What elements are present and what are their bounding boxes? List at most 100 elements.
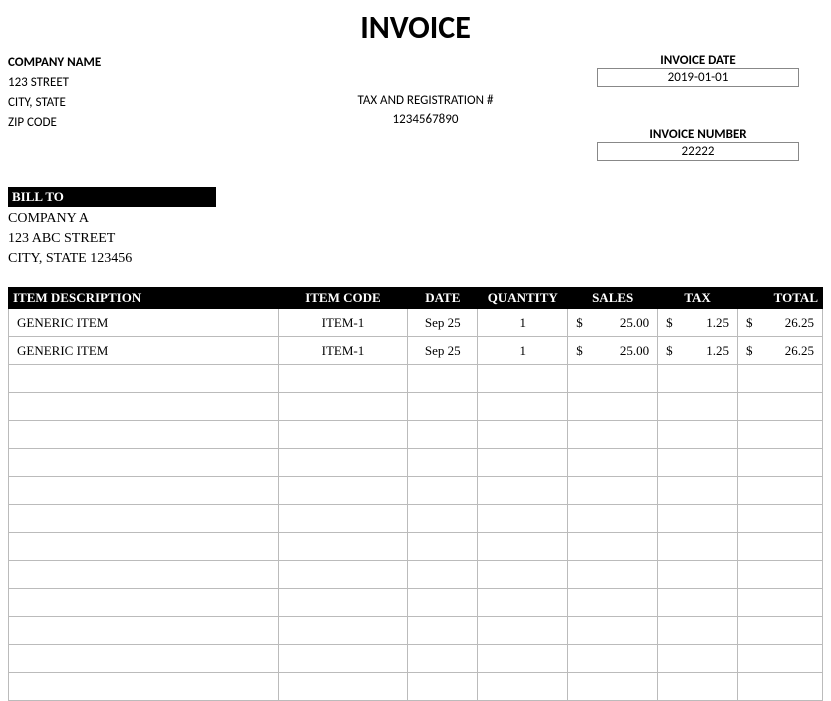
cell-empty[interactable]	[278, 477, 408, 505]
cell-empty[interactable]	[408, 477, 478, 505]
cell-empty[interactable]	[408, 645, 478, 673]
cell-empty[interactable]	[568, 421, 658, 449]
cell-empty[interactable]	[738, 533, 823, 561]
cell-empty[interactable]	[9, 365, 279, 393]
cell-empty[interactable]	[478, 617, 568, 645]
cell-empty[interactable]	[408, 421, 478, 449]
cell-date[interactable]: Sep 25	[408, 309, 478, 337]
cell-empty[interactable]	[738, 617, 823, 645]
cell-empty[interactable]	[658, 673, 738, 701]
cell-empty[interactable]	[408, 589, 478, 617]
cell-empty[interactable]	[278, 365, 408, 393]
cell-empty[interactable]	[568, 617, 658, 645]
cell-empty[interactable]	[408, 365, 478, 393]
invoice-number-value[interactable]: 22222	[597, 142, 799, 161]
cell-empty[interactable]	[9, 617, 279, 645]
cell-empty[interactable]	[478, 449, 568, 477]
cell-empty[interactable]	[738, 477, 823, 505]
cell-code[interactable]: ITEM-1	[278, 337, 408, 365]
cell-empty[interactable]	[9, 589, 279, 617]
cell-empty[interactable]	[738, 505, 823, 533]
cell-empty[interactable]	[9, 673, 279, 701]
cell-empty[interactable]	[278, 561, 408, 589]
cell-date[interactable]: Sep 25	[408, 337, 478, 365]
cell-empty[interactable]	[658, 365, 738, 393]
cell-empty[interactable]	[478, 533, 568, 561]
cell-empty[interactable]	[478, 645, 568, 673]
cell-sales[interactable]: $25.00	[568, 309, 658, 337]
cell-empty[interactable]	[9, 393, 279, 421]
cell-empty[interactable]	[658, 617, 738, 645]
cell-empty[interactable]	[738, 365, 823, 393]
cell-empty[interactable]	[568, 393, 658, 421]
cell-empty[interactable]	[658, 533, 738, 561]
cell-empty[interactable]	[738, 421, 823, 449]
cell-empty[interactable]	[658, 589, 738, 617]
cell-empty[interactable]	[568, 449, 658, 477]
cell-empty[interactable]	[738, 673, 823, 701]
cell-empty[interactable]	[408, 673, 478, 701]
cell-empty[interactable]	[738, 589, 823, 617]
cell-tax[interactable]: $1.25	[658, 337, 738, 365]
cell-empty[interactable]	[9, 421, 279, 449]
cell-empty[interactable]	[658, 477, 738, 505]
cell-empty[interactable]	[278, 673, 408, 701]
cell-empty[interactable]	[738, 645, 823, 673]
cell-empty[interactable]	[568, 505, 658, 533]
cell-empty[interactable]	[478, 477, 568, 505]
cell-empty[interactable]	[738, 449, 823, 477]
cell-empty[interactable]	[658, 561, 738, 589]
cell-empty[interactable]	[658, 421, 738, 449]
cell-empty[interactable]	[9, 477, 279, 505]
cell-code[interactable]: ITEM-1	[278, 309, 408, 337]
cell-desc[interactable]: GENERIC ITEM	[9, 309, 279, 337]
cell-empty[interactable]	[408, 561, 478, 589]
cell-empty[interactable]	[478, 365, 568, 393]
cell-desc[interactable]: GENERIC ITEM	[9, 337, 279, 365]
cell-empty[interactable]	[278, 533, 408, 561]
cell-empty[interactable]	[408, 393, 478, 421]
cell-empty[interactable]	[9, 449, 279, 477]
cell-empty[interactable]	[568, 673, 658, 701]
cell-empty[interactable]	[9, 505, 279, 533]
cell-empty[interactable]	[478, 393, 568, 421]
cell-empty[interactable]	[278, 421, 408, 449]
cell-empty[interactable]	[658, 393, 738, 421]
cell-empty[interactable]	[278, 505, 408, 533]
cell-empty[interactable]	[278, 589, 408, 617]
cell-empty[interactable]	[478, 421, 568, 449]
cell-empty[interactable]	[9, 645, 279, 673]
cell-empty[interactable]	[9, 533, 279, 561]
cell-empty[interactable]	[658, 449, 738, 477]
cell-empty[interactable]	[478, 505, 568, 533]
cell-qty[interactable]: 1	[478, 309, 568, 337]
cell-empty[interactable]	[278, 617, 408, 645]
cell-empty[interactable]	[478, 673, 568, 701]
cell-empty[interactable]	[738, 393, 823, 421]
cell-empty[interactable]	[478, 561, 568, 589]
cell-empty[interactable]	[278, 449, 408, 477]
cell-empty[interactable]	[408, 533, 478, 561]
cell-empty[interactable]	[568, 365, 658, 393]
cell-total[interactable]: $26.25	[738, 309, 823, 337]
cell-empty[interactable]	[278, 645, 408, 673]
cell-empty[interactable]	[568, 561, 658, 589]
cell-empty[interactable]	[568, 645, 658, 673]
cell-empty[interactable]	[9, 561, 279, 589]
cell-empty[interactable]	[738, 561, 823, 589]
cell-empty[interactable]	[658, 645, 738, 673]
cell-sales[interactable]: $25.00	[568, 337, 658, 365]
invoice-date-value[interactable]: 2019-01-01	[597, 68, 799, 87]
cell-empty[interactable]	[568, 533, 658, 561]
cell-empty[interactable]	[278, 393, 408, 421]
cell-total[interactable]: $26.25	[738, 337, 823, 365]
cell-empty[interactable]	[408, 505, 478, 533]
cell-tax[interactable]: $1.25	[658, 309, 738, 337]
cell-qty[interactable]: 1	[478, 337, 568, 365]
cell-empty[interactable]	[408, 617, 478, 645]
cell-empty[interactable]	[568, 589, 658, 617]
cell-empty[interactable]	[568, 477, 658, 505]
cell-empty[interactable]	[408, 449, 478, 477]
cell-empty[interactable]	[478, 589, 568, 617]
cell-empty[interactable]	[658, 505, 738, 533]
